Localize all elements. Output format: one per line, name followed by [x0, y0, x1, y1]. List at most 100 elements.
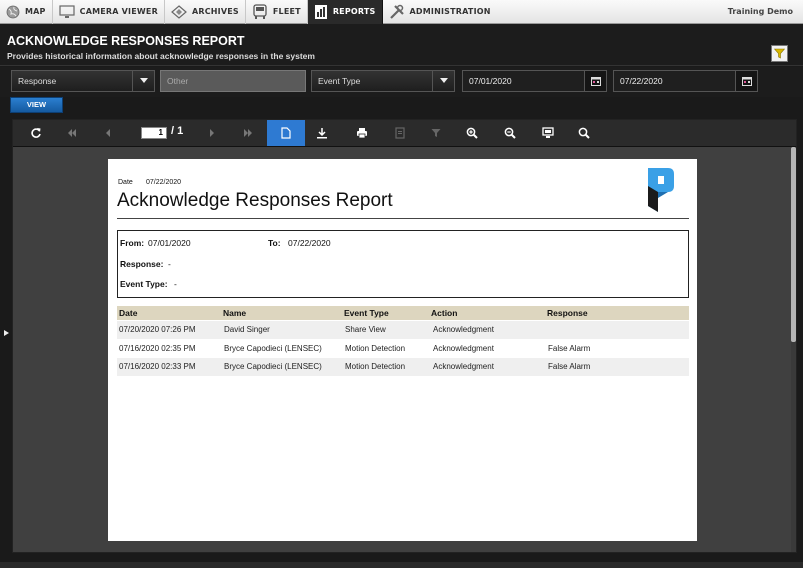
report-icon [314, 4, 327, 19]
previous-page-button[interactable] [93, 120, 123, 146]
report-date-value: 07/22/2020 [146, 179, 182, 186]
start-date-value: 07/01/2020 [469, 76, 512, 86]
calendar-icon[interactable] [735, 71, 757, 91]
table-row: 07/16/2020 02:35 PM Bryce Capodieci (LEN… [117, 340, 689, 358]
scrollbar-thumb[interactable] [791, 147, 796, 342]
refresh-icon [31, 128, 41, 138]
column-header-response: Response [547, 308, 588, 318]
last-page-button[interactable] [233, 120, 263, 146]
cell-event-type: Share View [345, 325, 386, 334]
print-page-button[interactable] [385, 120, 415, 146]
top-nav: MAP CAMERA VIEWER ARCHIVES FLEET REPORTS… [0, 0, 803, 24]
cell-name: Bryce Capodieci (LENSEC) [224, 344, 322, 353]
cell-name: David Singer [224, 325, 270, 334]
cell-date: 07/16/2020 02:35 PM [119, 344, 196, 353]
report-table-header: Date Name Event Type Action Response [117, 306, 689, 320]
nav-label: MAP [25, 7, 46, 16]
page-subtitle: Provides historical information about ac… [7, 51, 315, 61]
nav-label: ADMINISTRATION [409, 7, 491, 16]
filter-row: Response Other Event Type 07/01/2020 07/… [0, 67, 803, 97]
funnel-icon [774, 48, 785, 59]
expand-panel-arrow-icon[interactable] [4, 330, 9, 336]
end-date-input[interactable]: 07/22/2020 [613, 70, 758, 92]
monitor-icon [59, 4, 75, 18]
nav-label: ARCHIVES [191, 7, 239, 16]
next-page-button[interactable] [197, 120, 227, 146]
event-type-value: - [174, 279, 177, 289]
end-date-value: 07/22/2020 [620, 76, 663, 86]
event-type-select[interactable]: Event Type [311, 70, 455, 92]
single-page-view-button[interactable] [267, 120, 305, 146]
nav-label: CAMERA VIEWER [79, 7, 158, 16]
from-value: 07/01/2020 [148, 238, 191, 248]
cell-action: Acknowledgment [433, 344, 494, 353]
event-type-select-value: Event Type [318, 76, 361, 86]
column-header-name: Name [223, 308, 247, 318]
print-page-icon [395, 127, 405, 139]
zoom-in-button[interactable] [457, 120, 487, 146]
report-page: Date 07/22/2020 Acknowledge Responses Re… [108, 159, 697, 541]
zoom-out-button[interactable] [495, 120, 525, 146]
tools-icon [389, 4, 404, 19]
cell-date: 07/16/2020 02:33 PM [119, 362, 196, 371]
cell-name: Bryce Capodieci (LENSEC) [224, 362, 322, 371]
funnel-icon [431, 129, 441, 137]
bus-icon [253, 3, 267, 19]
page-number-input[interactable]: 1 [141, 127, 167, 139]
print-button[interactable] [347, 120, 377, 146]
to-value: 07/22/2020 [288, 238, 331, 248]
chevron-down-icon [132, 71, 154, 91]
page-icon [281, 127, 291, 139]
column-header-date: Date [119, 308, 138, 318]
page-header: ACKNOWLEDGE RESPONSES REPORT Provides hi… [0, 24, 803, 66]
last-page-icon [244, 129, 252, 137]
nav-item-archives[interactable]: ARCHIVES [165, 0, 246, 24]
previous-page-icon [106, 129, 110, 137]
start-date-input[interactable]: 07/01/2020 [462, 70, 607, 92]
print-icon [357, 128, 367, 139]
download-icon [317, 128, 327, 139]
view-button[interactable]: VIEW [10, 97, 63, 113]
response-value: - [168, 259, 171, 269]
other-input[interactable]: Other [160, 70, 306, 92]
chevron-down-icon [432, 71, 454, 91]
nav-label: FLEET [272, 7, 301, 16]
nav-item-fleet[interactable]: FLEET [246, 0, 308, 24]
refresh-button[interactable] [21, 120, 51, 146]
report-date-label: Date [118, 179, 133, 186]
diamond-icon [171, 4, 187, 19]
cell-event-type: Motion Detection [345, 362, 406, 371]
nav-item-administration[interactable]: ADMINISTRATION [383, 0, 497, 24]
first-page-button[interactable] [57, 120, 87, 146]
cell-response: False Alarm [548, 362, 591, 371]
response-select-value: Response [18, 76, 57, 86]
nav-item-camera-viewer[interactable]: CAMERA VIEWER [53, 0, 165, 24]
cell-date: 07/20/2020 07:26 PM [119, 325, 196, 334]
table-row: 07/16/2020 02:33 PM Bryce Capodieci (LEN… [117, 358, 689, 376]
filter-button[interactable] [421, 120, 451, 146]
table-row: 07/20/2020 07:26 PM David Singer Share V… [117, 321, 689, 339]
other-input-placeholder: Other [167, 76, 189, 86]
globe-icon [6, 5, 20, 18]
from-label: From: [120, 238, 145, 248]
nav-item-reports[interactable]: REPORTS [307, 0, 383, 24]
column-header-event-type: Event Type [344, 308, 389, 318]
fit-page-icon [542, 127, 554, 138]
viewer-scrollbar[interactable] [791, 147, 796, 552]
download-button[interactable] [307, 120, 337, 146]
search-button[interactable] [569, 120, 599, 146]
cell-action: Acknowledgment [433, 362, 494, 371]
bottom-bar [0, 562, 803, 568]
account-name[interactable]: Training Demo [728, 0, 793, 24]
to-label: To: [268, 238, 281, 248]
response-label: Response: [120, 259, 164, 269]
report-criteria-box: From: 07/01/2020 To: 07/22/2020 Response… [117, 230, 689, 298]
filter-toggle-button[interactable] [771, 45, 788, 62]
company-logo-icon [648, 168, 674, 212]
calendar-icon[interactable] [584, 71, 606, 91]
response-select[interactable]: Response [11, 70, 155, 92]
nav-item-map[interactable]: MAP [0, 0, 53, 24]
fit-page-button[interactable] [533, 120, 563, 146]
nav-label: REPORTS [332, 7, 376, 16]
first-page-icon [68, 129, 76, 137]
